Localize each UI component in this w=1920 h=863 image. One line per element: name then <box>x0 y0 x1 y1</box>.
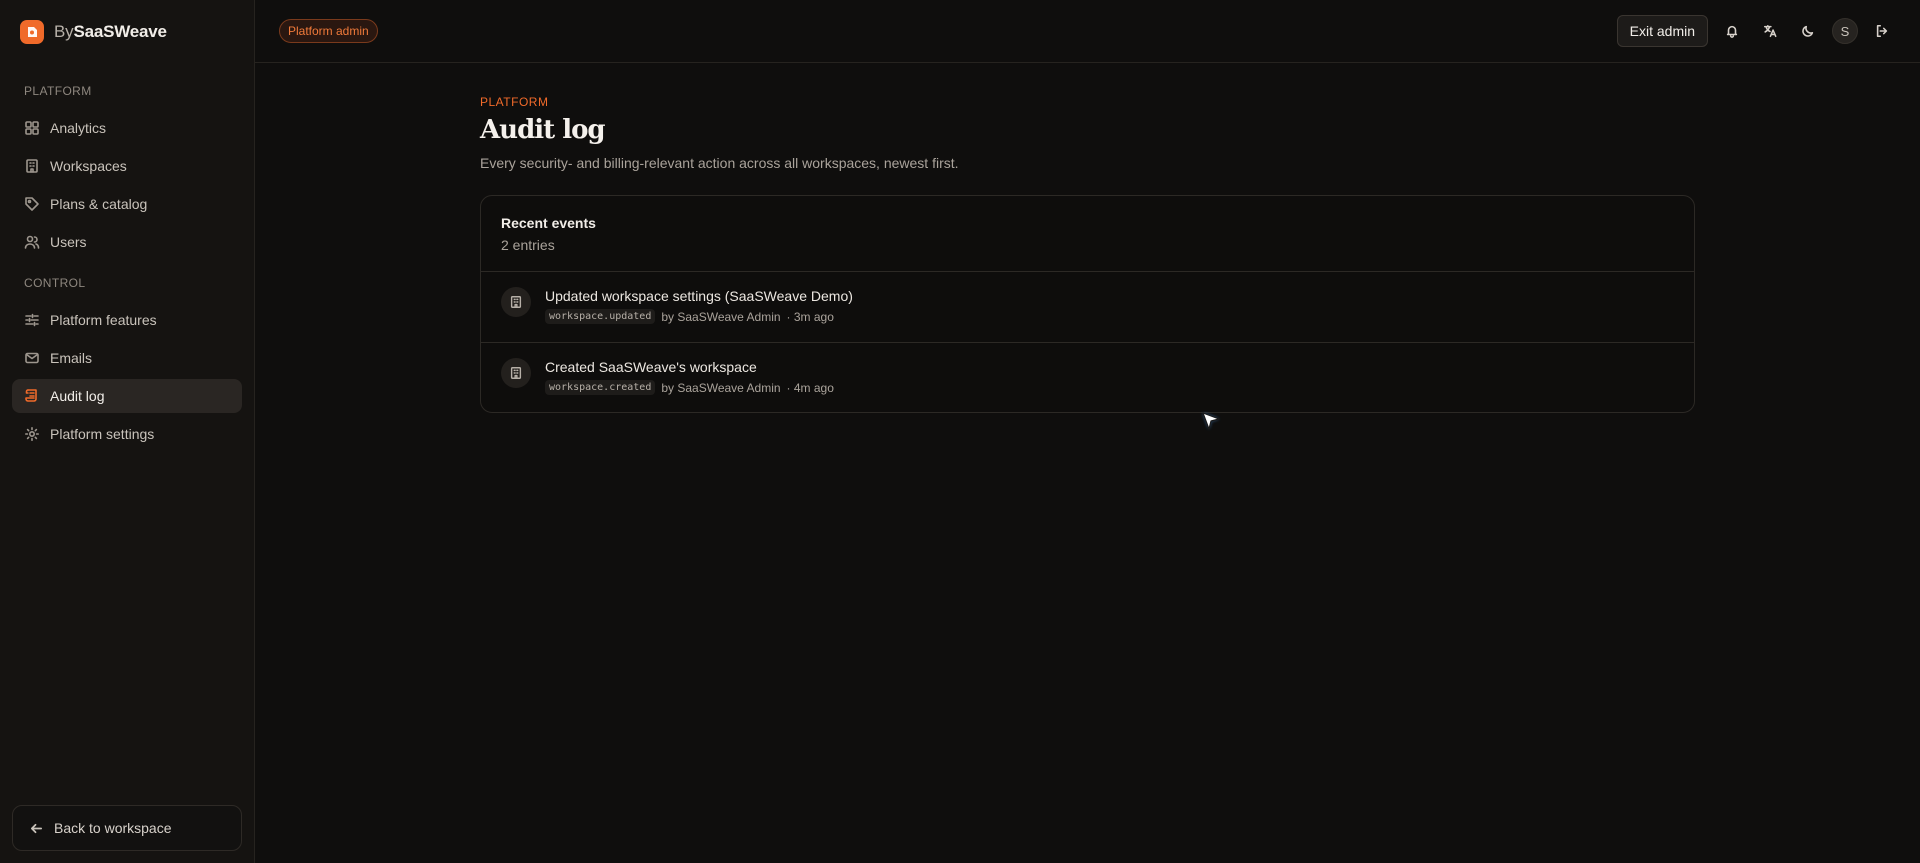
sidebar-item-label: Workspaces <box>50 158 127 174</box>
sidebar-item-emails[interactable]: Emails <box>12 341 242 375</box>
users-icon <box>24 235 40 249</box>
brand[interactable]: BySaaSWeave <box>0 0 254 63</box>
gear-icon <box>25 427 39 441</box>
sidebar-item-analytics[interactable]: Analytics <box>12 111 242 145</box>
bell-icon <box>1726 25 1738 38</box>
sidebar-item-label: Plans & catalog <box>50 196 148 212</box>
event-actor: by SaaSWeave Admin <box>661 309 781 324</box>
entry-count: 2 entries <box>501 237 555 253</box>
translate-icon <box>1763 24 1777 38</box>
event-title: Updated workspace settings (SaaSWeave De… <box>545 288 853 304</box>
event-time: · 3m ago <box>786 309 834 324</box>
event-body: Updated workspace settings (SaaSWeave De… <box>545 287 853 324</box>
event-meta: workspace.updated by SaaSWeave Admin · 3… <box>545 309 853 324</box>
event-title: Created SaaSWeave's workspace <box>545 359 757 375</box>
brand-logo-icon <box>20 19 44 44</box>
nav-heading-platform: PLATFORM <box>24 84 92 98</box>
recent-events-card: Recent events 2 entries Updated workspac… <box>480 195 1695 413</box>
page-eyebrow: PLATFORM <box>480 95 549 109</box>
sidebar-item-platform-features[interactable]: Platform features <box>12 303 242 337</box>
moon-icon <box>1802 25 1814 37</box>
theme-toggle-button[interactable] <box>1794 17 1822 45</box>
back-to-workspace-button[interactable]: Back to workspace <box>12 805 242 851</box>
logout-icon <box>1876 24 1888 38</box>
main: Platform admin Exit admin S PLATFORM Aud… <box>255 0 1920 863</box>
event-actor: by SaaSWeave Admin <box>661 380 781 395</box>
sidebar-item-workspaces[interactable]: Workspaces <box>12 149 242 183</box>
sidebar-item-platform-settings[interactable]: Platform settings <box>12 417 242 451</box>
page-title: Audit log <box>480 115 606 145</box>
event-icon <box>501 287 531 317</box>
nav-section-control: CONTROL Platform features Emails Audit l… <box>0 275 254 451</box>
nav-section-platform: PLATFORM Analytics Workspaces Plans & ca… <box>0 83 254 259</box>
topbar-actions: Exit admin S <box>1616 15 1896 47</box>
event-meta: workspace.created by SaaSWeave Admin · 4… <box>545 380 834 395</box>
language-button[interactable] <box>1756 17 1784 45</box>
back-to-workspace-label: Back to workspace <box>54 820 172 836</box>
grid-icon <box>25 121 39 135</box>
topbar: Platform admin Exit admin S <box>255 0 1920 63</box>
list-item[interactable]: Updated workspace settings (SaaSWeave De… <box>481 272 1694 342</box>
avatar[interactable]: S <box>1832 18 1858 44</box>
tag-icon <box>25 197 39 211</box>
sidebar-item-users[interactable]: Users <box>12 225 242 259</box>
sidebar-item-label: Audit log <box>50 388 105 404</box>
sidebar-item-label: Analytics <box>50 120 107 136</box>
sliders-icon <box>25 313 39 327</box>
mouse-cursor-icon <box>1202 412 1220 430</box>
building-icon <box>510 367 522 379</box>
event-icon <box>501 358 531 388</box>
brand-name: BySaaSWeave <box>54 21 167 41</box>
nav-heading-control: CONTROL <box>24 276 86 290</box>
sidebar: BySaaSWeave PLATFORM Analytics Workspace… <box>0 0 255 863</box>
notifications-button[interactable] <box>1718 17 1746 45</box>
sidebar-item-label: Emails <box>50 350 93 366</box>
sidebar-item-plans[interactable]: Plans & catalog <box>12 187 242 221</box>
building-icon <box>26 159 38 173</box>
arrow-left-icon <box>30 823 43 833</box>
event-body: Created SaaSWeave's workspace workspace.… <box>545 358 834 395</box>
scroll-icon <box>25 389 37 402</box>
page-subtitle: Every security- and billing-relevant act… <box>480 155 959 171</box>
page-content: PLATFORM Audit log Every security- and b… <box>480 95 1695 413</box>
event-time: · 4m ago <box>786 380 834 395</box>
sidebar-item-label: Platform features <box>50 312 157 328</box>
sidebar-item-audit-log[interactable]: Audit log <box>12 379 242 413</box>
sidebar-item-label: Users <box>50 234 87 250</box>
exit-admin-button[interactable]: Exit admin <box>1616 15 1708 47</box>
logout-button[interactable] <box>1868 17 1896 45</box>
platform-admin-badge: Platform admin <box>279 19 378 43</box>
sidebar-item-label: Platform settings <box>50 426 155 442</box>
card-title: Recent events <box>501 215 596 231</box>
card-header: Recent events 2 entries <box>481 196 1694 272</box>
event-code: workspace.created <box>545 380 656 395</box>
list-item[interactable]: Created SaaSWeave's workspace workspace.… <box>481 342 1694 412</box>
building-icon <box>510 296 522 308</box>
event-code: workspace.updated <box>545 309 656 324</box>
app: BySaaSWeave PLATFORM Analytics Workspace… <box>0 0 1920 863</box>
mail-icon <box>25 352 39 364</box>
